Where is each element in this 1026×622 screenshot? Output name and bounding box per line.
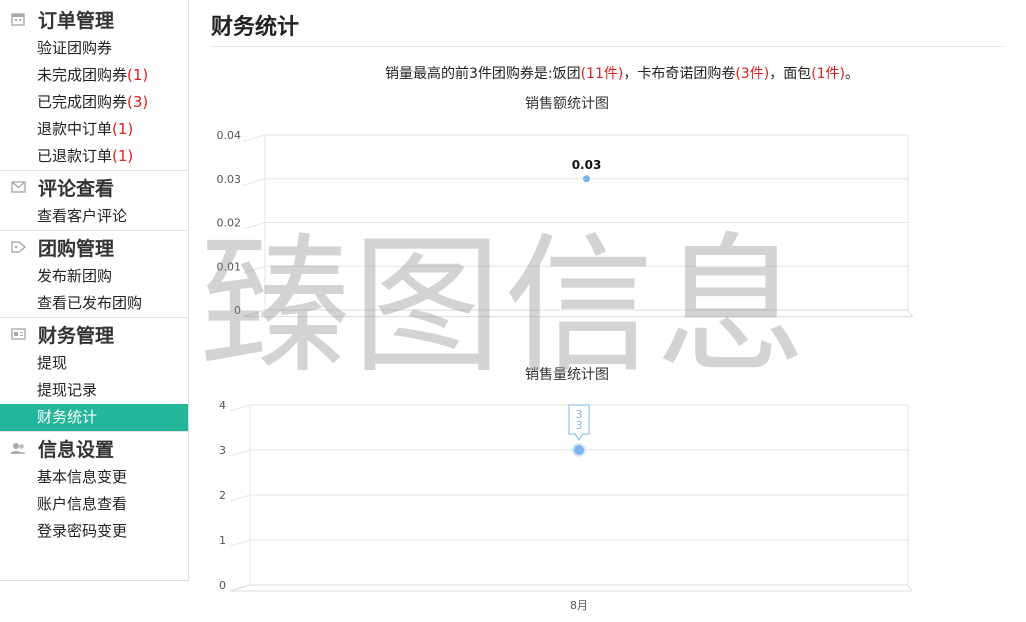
sales-amount-chart: 销售额统计图00.010.020.030.048月0.03 [217,96,914,318]
data-label: 0.03 [572,158,602,172]
sidebar-item[interactable]: 查看客户评论 [0,203,188,230]
y-tick-label: 0.01 [217,260,242,273]
gridline-depth [229,539,251,547]
y-tick-label: 3 [219,444,226,457]
sidebar-item[interactable]: 提现记录 [0,377,188,404]
sidebar-item-count: (1) [112,147,134,165]
sidebar-item-count: (3) [127,93,149,111]
sidebar-item-label: 未完成团购券 [37,66,128,84]
sidebar-item[interactable]: 基本信息变更 [0,464,188,491]
gridline-depth [229,494,251,502]
gridline-depth [242,178,266,186]
sidebar-item-label: 查看已发布团购 [37,294,143,312]
sidebar-item-label: 提现记录 [37,381,98,399]
y-tick-label: 1 [219,534,226,547]
sidebar-item[interactable]: 登录密码变更 [0,518,188,545]
tooltip-text: 3 [576,419,583,432]
sidebar-item-label: 登录密码变更 [37,522,128,540]
gridline-depth [242,265,266,274]
sidebar-item-label: 基本信息变更 [37,468,128,486]
sidebar-item-label: 提现 [37,354,68,372]
y-tick-label: 4 [219,399,226,412]
sidebar-item[interactable]: 验证团购券 [0,35,188,62]
summary-separator: 。 [845,66,860,82]
sidebar-section-title: 订单管理 [38,9,115,32]
sales-volume-chart: 销售量统计图012348月33 [219,367,913,612]
sidebar-section-header: 评论查看 [0,171,188,203]
page-title: 财务统计 [211,14,300,40]
calendar-icon [10,11,26,27]
sidebar-item[interactable]: 账户信息查看 [0,491,188,518]
y-tick-label: 0.02 [217,217,242,230]
sidebar-section-title: 财务管理 [38,324,115,347]
users-icon [10,440,26,456]
top-seller-name: 卡布奇诺团购卷 [637,66,736,82]
sidebar-item-label: 财务统计 [37,408,98,426]
sidebar-item-count: (1) [112,120,134,138]
title-divider [211,46,1003,47]
envelope-icon [10,179,26,195]
tag-icon [10,239,26,255]
sidebar-item-label: 已完成团购券 [37,93,128,111]
sidebar: 订单管理 验证团购券 未完成团购券(1) 已完成团购券(3) 退款中订单(1) 已退款订单… [0,0,189,581]
sidebar-item-label: 退款中订单 [37,120,113,138]
main-content: 财务统计 销量最高的前3件团购券是:饭团(11件)，卡布奇诺团购卷(3件)，面包… [190,0,1026,622]
gridline-depth [242,222,266,230]
sidebar-item-label: 发布新团购 [37,267,113,285]
y-tick-label: 0.04 [217,129,242,142]
summary-separator: ， [769,66,784,82]
top-seller-name: 饭团 [552,66,581,82]
sidebar-item-label: 查看客户评论 [37,207,128,225]
sidebar-section-title: 信息设置 [38,438,115,461]
sidebar-section-header: 信息设置 [0,432,188,464]
gridline-depth [229,449,251,457]
y-tick-label: 0 [219,579,226,592]
sidebar-item[interactable]: 查看已发布团购 [0,290,188,317]
top-seller-count: (11件) [580,66,624,82]
top-sellers-summary: 销量最高的前3件团购券是:饭团(11件)，卡布奇诺团购卷(3件)，面包(1件)。 [190,63,1026,83]
sidebar-item[interactable]: 退款中订单(1) [0,116,188,143]
sidebar-section-header: 团购管理 [0,231,188,263]
sidebar-item-count: (1) [127,66,149,84]
sidebar-section-title: 团购管理 [38,237,115,260]
id-card-icon [10,326,26,342]
top-seller-count: (3件) [735,66,770,82]
y-tick-label: 0 [234,304,241,317]
top-seller-name: 面包 [783,66,812,82]
y-tick-label: 0.03 [217,173,242,186]
x-tick-label: 8月 [570,599,588,612]
sidebar-item[interactable]: 未完成团购券(1) [0,62,188,89]
chart-title: 销售量统计图 [525,367,609,383]
chart-title: 销售额统计图 [525,96,609,112]
summary-separator: ， [623,66,638,82]
gridline-depth [229,404,251,412]
y-tick-label: 2 [219,489,226,502]
data-point [583,175,590,183]
sidebar-item-label: 已退款订单 [37,147,113,165]
sidebar-item[interactable]: 已完成团购券(3) [0,89,188,116]
sidebar-item-label: 账户信息查看 [37,495,128,513]
summary-prefix: 销量最高的前3件团购券是: [384,66,553,82]
gridline-depth [242,134,266,143]
sidebar-section-title: 评论查看 [38,177,115,200]
sidebar-item[interactable]: 提现 [0,350,188,377]
sidebar-section-header: 订单管理 [0,3,188,35]
top-seller-count: (1件) [811,66,846,82]
sidebar-item-label: 验证团购券 [37,39,113,57]
sidebar-item[interactable]: 已退款订单(1) [0,143,188,170]
sidebar-section-header: 财务管理 [0,318,188,350]
data-point [574,445,584,455]
sidebar-item[interactable]: 发布新团购 [0,263,188,290]
chart-floor [242,309,914,318]
chart-floor [229,584,913,592]
sidebar-item[interactable]: 财务统计 [0,404,188,431]
